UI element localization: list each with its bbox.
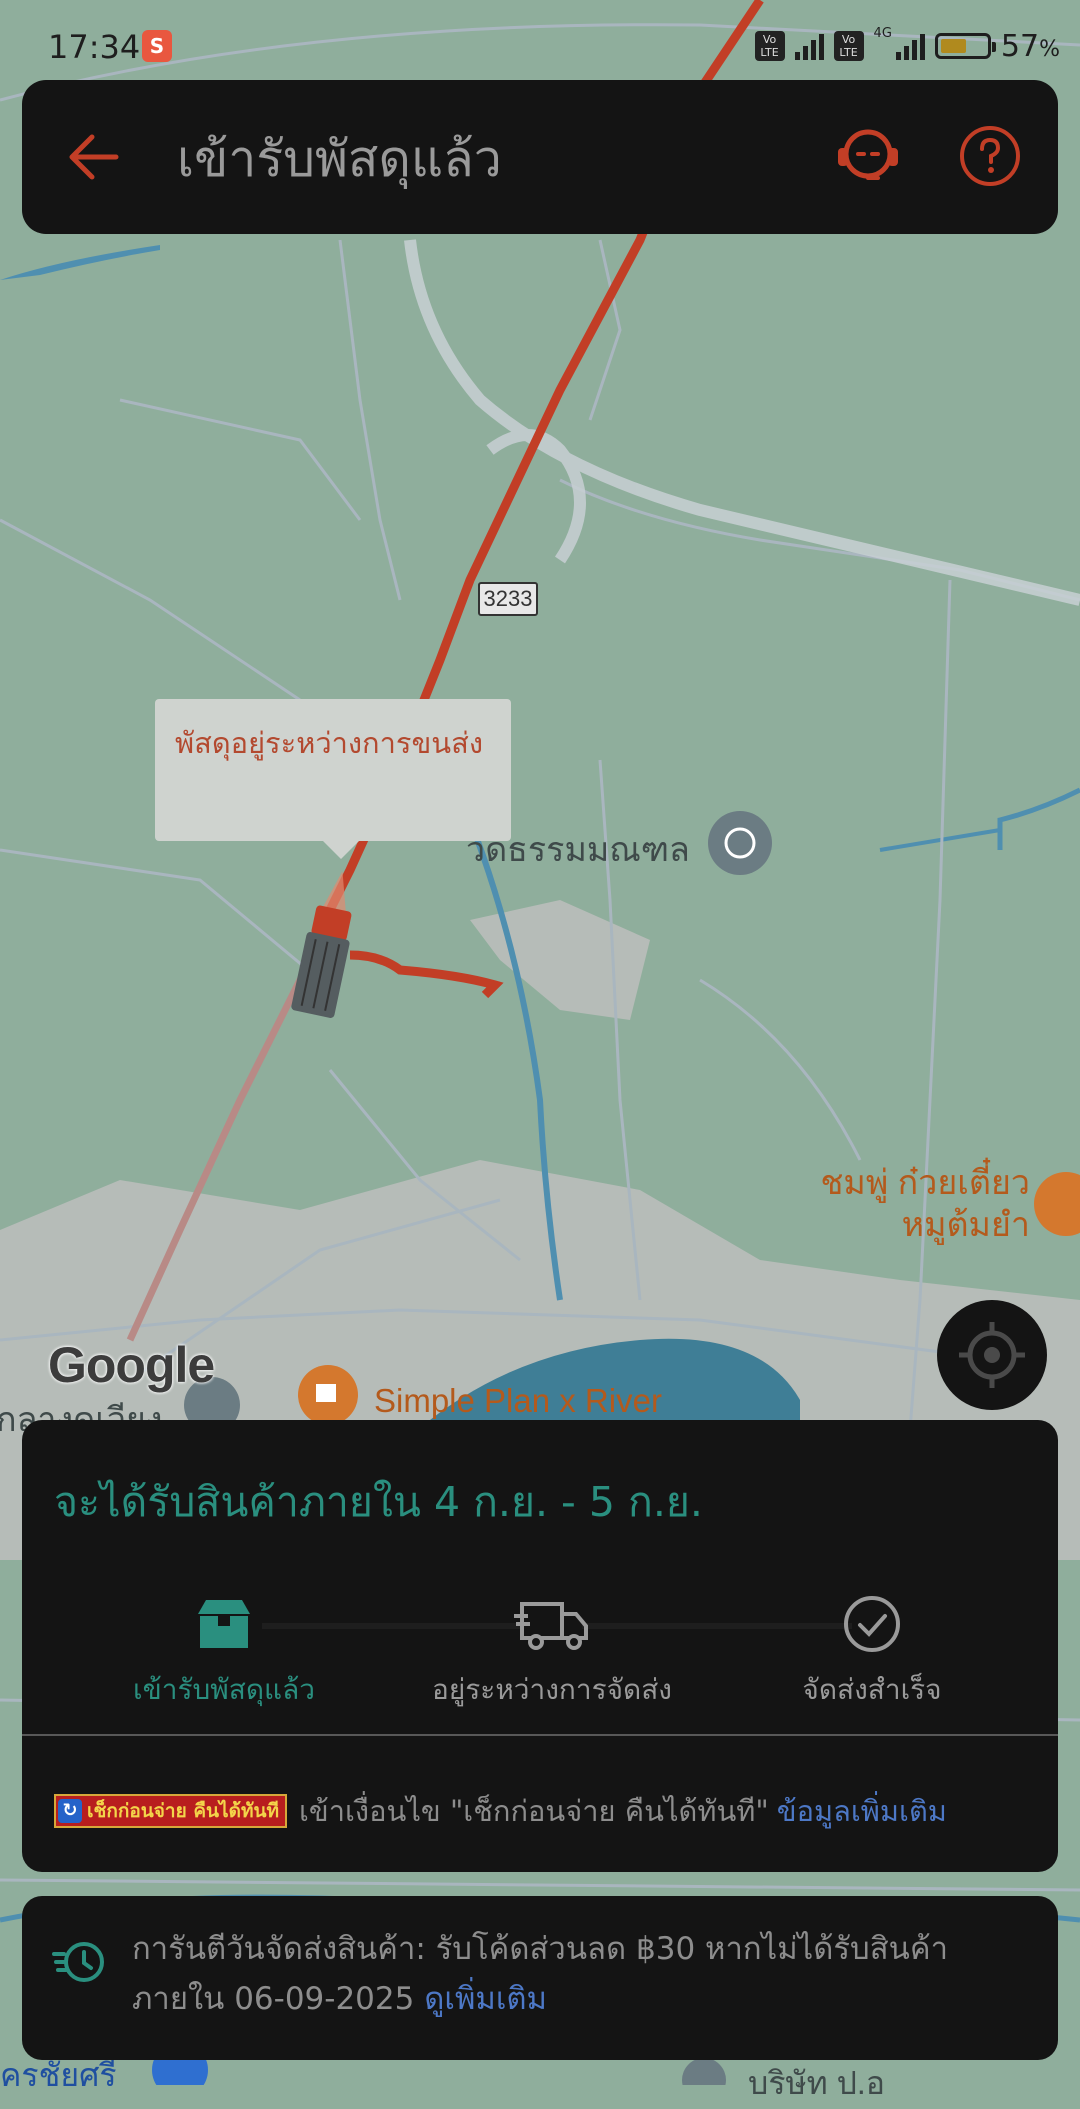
step-label-in-transit: อยู่ระหว่างการจัดส่ง	[432, 1673, 672, 1706]
page-title: เข้ารับพัสดุแล้ว	[177, 130, 502, 188]
shopee-notification-icon: S	[142, 30, 172, 62]
delivery-truck-icon	[514, 1602, 588, 1650]
step-label-picked-up: เข้ารับพัสดุแล้ว	[133, 1673, 315, 1706]
battery-icon	[934, 33, 996, 59]
callout-text: พัสดุอยู่ระหว่างการขนส่ง	[175, 726, 483, 760]
delivery-status-panel: จะได้รับสินค้าภายใน 4 ก.ย. - 5 ก.ย. เข้า…	[22, 1420, 1058, 1872]
package-box-icon	[198, 1600, 250, 1648]
battery-percent: 57%	[1000, 28, 1060, 64]
check-circle-icon	[844, 1596, 900, 1652]
guarantee-text: การันตีวันจัดส่งสินค้า: รับโค้ดส่วนลด ฿3…	[132, 1931, 948, 2017]
guarantee-see-more-link[interactable]: ดูเพิ่มเติม	[424, 1981, 547, 2017]
promo-row: ↻ เช็กก่อนจ่าย คืนได้ทันที เข้าเงื่อนไข "…	[54, 1786, 1054, 1836]
route-number-sign: 3233	[478, 582, 538, 616]
volte-icon: Vo LTE	[754, 31, 785, 61]
restaurant-label-line1: ชมพู่ ก๋วยเตี๋ยว	[820, 1164, 1030, 1202]
header-bar: เข้ารับพัสดุแล้ว	[22, 80, 1058, 234]
divider	[22, 1734, 1058, 1736]
cafe-map-label[interactable]: Simple Plan x River	[374, 1382, 662, 1420]
network-type: 4G	[873, 26, 892, 41]
google-logo: Google	[48, 1337, 215, 1393]
clock-fast-icon	[52, 1942, 104, 1982]
locate-me-button[interactable]	[937, 1300, 1047, 1410]
promo-text: เข้าเงื่อนไข "เช็กก่อนจ่าย คืนได้ทันที"	[298, 1794, 769, 1828]
headset-agent-icon[interactable]	[828, 116, 908, 196]
status-time: 17:34	[48, 28, 141, 66]
progress-track-2	[582, 1623, 852, 1629]
delivery-progress-steps: เข้ารับพัสดุแล้ว อยู่ระหว่างการจัดส่ง จั…	[22, 1570, 1058, 1720]
parcel-status-callout: พัสดุอยู่ระหว่างการขนส่ง	[155, 699, 511, 859]
crosshair-target-icon	[959, 1322, 1025, 1388]
volte-icon-2: Vo LTE	[833, 31, 864, 61]
delivery-eta: จะได้รับสินค้าภายใน 4 ก.ย. - 5 ก.ย.	[54, 1478, 703, 1526]
bottom-right-map-label: บริษัท ป.อ	[748, 2065, 885, 2101]
promo-more-info-link[interactable]: ข้อมูลเพิ่มเติม	[777, 1788, 947, 1834]
status-bar: 17:34 S Vo LTE Vo LTE 4G 57%	[0, 0, 1080, 80]
signal-icon	[794, 32, 824, 60]
refresh-icon: ↻	[58, 1799, 82, 1823]
delivery-guarantee-card[interactable]: การันตีวันจัดส่งสินค้า: รับโค้ดส่วนลด ฿3…	[22, 1896, 1058, 2060]
arrow-left-icon[interactable]	[60, 122, 130, 192]
restaurant-map-label[interactable]: ชมพู่ ก๋วยเตี๋ยว หมูต้มยำ	[760, 1162, 1030, 1246]
restaurant-label-line2: หมูต้มยำ	[901, 1206, 1030, 1244]
check-before-pay-badge: ↻ เช็กก่อนจ่าย คืนได้ทันที	[54, 1794, 287, 1828]
signal-icon-2	[895, 32, 925, 60]
question-circle-icon[interactable]	[958, 124, 1022, 188]
progress-track-1	[262, 1623, 522, 1629]
step-label-delivered: จัดส่งสำเร็จ	[802, 1673, 942, 1706]
